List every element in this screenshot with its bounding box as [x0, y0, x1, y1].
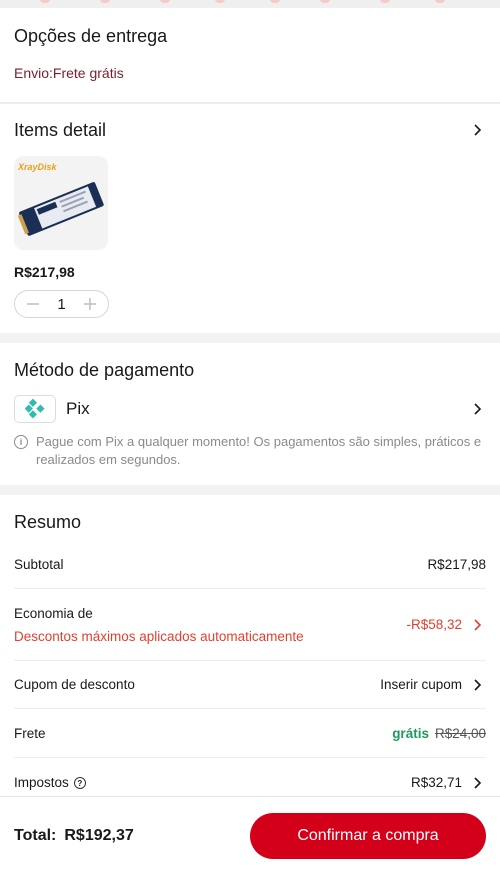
chevron-right-icon[interactable] — [468, 400, 486, 418]
chevron-right-icon[interactable] — [468, 676, 486, 694]
info-icon: i — [14, 435, 28, 449]
delivery-section: Opções de entrega Envio:Frete grátis — [0, 8, 500, 102]
confirm-purchase-button[interactable]: Confirmar a compra — [250, 812, 486, 859]
subtotal-value: R$217,98 — [427, 556, 486, 572]
summary-section: Resumo Subtotal R$217,98 Economia de Des… — [0, 495, 500, 807]
economy-row[interactable]: Economia de Descontos máximos aplicados … — [14, 589, 486, 661]
items-section: Items detail XrayDisk R$217,98 1 — [0, 104, 500, 333]
freight-row: Frete grátis R$24,00 — [14, 709, 486, 758]
checkout-footer: Total: R$192,37 Confirmar a compra — [0, 796, 500, 874]
delivery-title: Opções de entrega — [14, 26, 168, 46]
minus-icon — [27, 303, 39, 305]
payment-title: Método de pagamento — [14, 360, 195, 380]
top-strip — [0, 0, 500, 8]
total-label: Total: — [14, 826, 57, 844]
economy-subtext: Descontos máximos aplicados automaticame… — [14, 628, 304, 644]
payment-section: Método de pagamento Pix i Pague com Pix … — [0, 343, 500, 485]
payment-method-row[interactable]: Pix — [14, 395, 486, 423]
payment-note-text: Pague com Pix a qualquer momento! Os pag… — [36, 434, 482, 467]
section-gap — [0, 485, 500, 495]
items-header[interactable]: Items detail — [14, 104, 486, 156]
freight-free: grátis — [392, 725, 429, 741]
quantity-value: 1 — [57, 295, 66, 313]
subtotal-label: Subtotal — [14, 556, 64, 572]
payment-note: i Pague com Pix a qualquer momento! Os p… — [14, 433, 486, 469]
freight-label: Frete — [14, 725, 46, 741]
ssd-drawing — [17, 182, 104, 236]
tax-value: R$32,71 — [410, 775, 462, 790]
quantity-stepper: 1 — [14, 290, 109, 318]
items-title: Items detail — [14, 119, 107, 140]
total-value: R$192,37 — [64, 826, 134, 844]
freight-old-price: R$24,00 — [434, 725, 486, 741]
total: Total: R$192,37 — [14, 827, 134, 845]
economy-value: -R$58,32 — [406, 617, 462, 632]
help-icon[interactable]: ? — [73, 777, 86, 790]
plus-icon — [84, 298, 96, 310]
economy-label: Economia de — [14, 605, 93, 621]
section-gap — [0, 333, 500, 343]
chevron-right-icon[interactable] — [468, 616, 486, 634]
item-price: R$217,98 — [14, 264, 75, 280]
shipping-option[interactable]: Envio:Frete grátis — [14, 65, 486, 81]
coupon-row[interactable]: Cupom de desconto Inserir cupom — [14, 661, 486, 709]
coupon-value[interactable]: Inserir cupom — [380, 677, 462, 692]
tax-label: Impostos — [14, 775, 69, 790]
payment-method-label: Pix — [66, 399, 90, 418]
increase-button[interactable] — [82, 296, 98, 312]
product-image[interactable]: XrayDisk — [14, 156, 108, 250]
decrease-button[interactable] — [25, 296, 41, 312]
chevron-right-icon[interactable] — [468, 121, 486, 139]
pix-logo-icon — [14, 395, 56, 423]
summary-title: Resumo — [14, 512, 82, 532]
chevron-right-icon[interactable] — [468, 774, 486, 792]
coupon-label: Cupom de desconto — [14, 677, 135, 692]
subtotal-row: Subtotal R$217,98 — [14, 540, 486, 589]
